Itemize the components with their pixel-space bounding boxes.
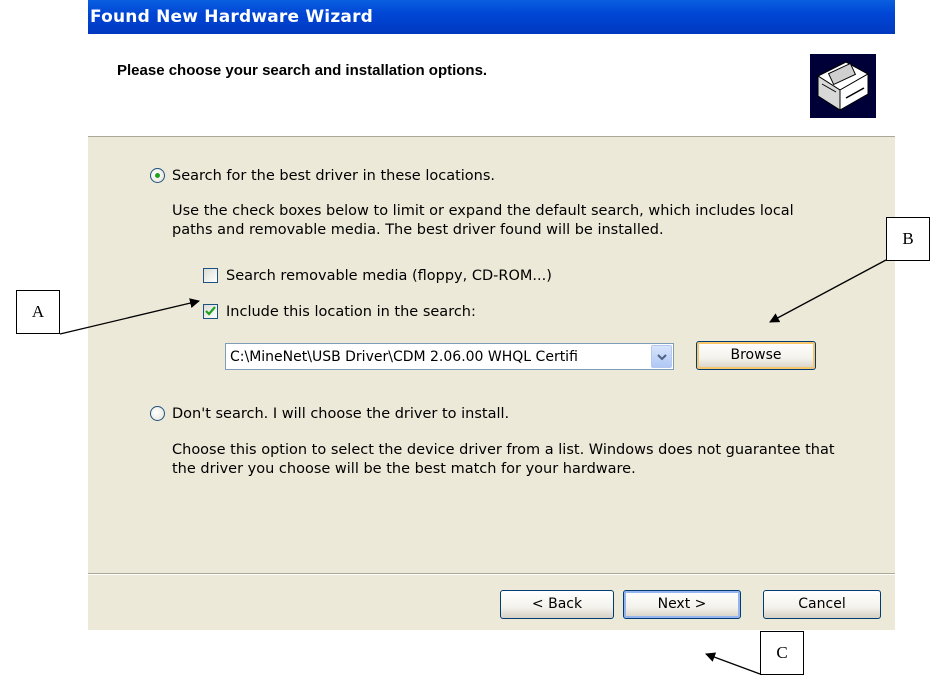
arrow-c bbox=[705, 652, 761, 675]
arrow-a bbox=[59, 298, 200, 335]
callout-arrows bbox=[59, 259, 887, 675]
arrow-b bbox=[769, 259, 887, 323]
